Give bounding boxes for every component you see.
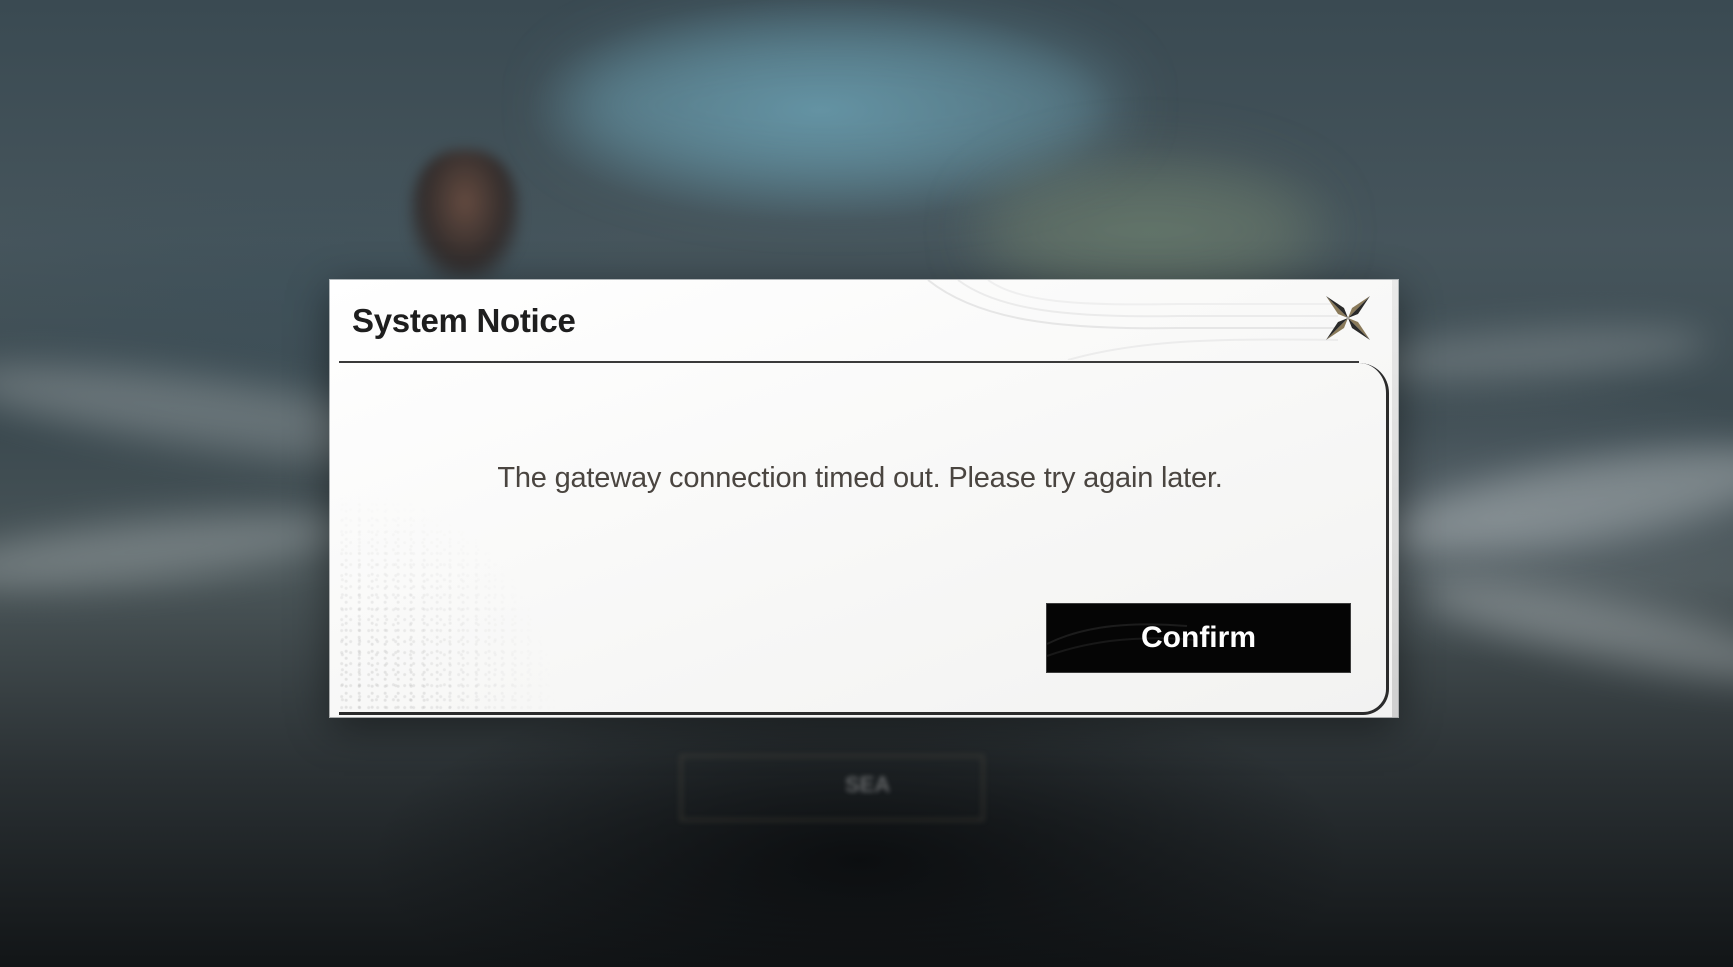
game-scene-background: SEA System Notice The gateway connection… (0, 0, 1733, 967)
background-glow (560, 20, 1120, 190)
background-blurred-button (680, 755, 984, 821)
background-cloud-streak (1417, 561, 1733, 699)
confirm-button[interactable]: Confirm (1046, 603, 1351, 673)
close-button[interactable] (1320, 290, 1376, 346)
header-decoration (927, 280, 1338, 360)
background-cloud-streak (0, 498, 362, 602)
background-blurred-label: SEA (845, 772, 891, 797)
dialog-title: System Notice (352, 302, 576, 339)
dialog-header: System Notice (330, 280, 1398, 363)
background-glow (980, 160, 1320, 300)
background-character-silhouette (410, 150, 520, 280)
close-x-icon (1326, 296, 1370, 340)
confirm-button-label: Confirm (1141, 621, 1256, 654)
background-cloud-streak (1376, 424, 1733, 576)
system-notice-dialog: System Notice The gateway connection tim… (330, 280, 1398, 717)
paper-texture (339, 492, 559, 712)
notice-message: The gateway connection timed out. Please… (497, 462, 1223, 494)
